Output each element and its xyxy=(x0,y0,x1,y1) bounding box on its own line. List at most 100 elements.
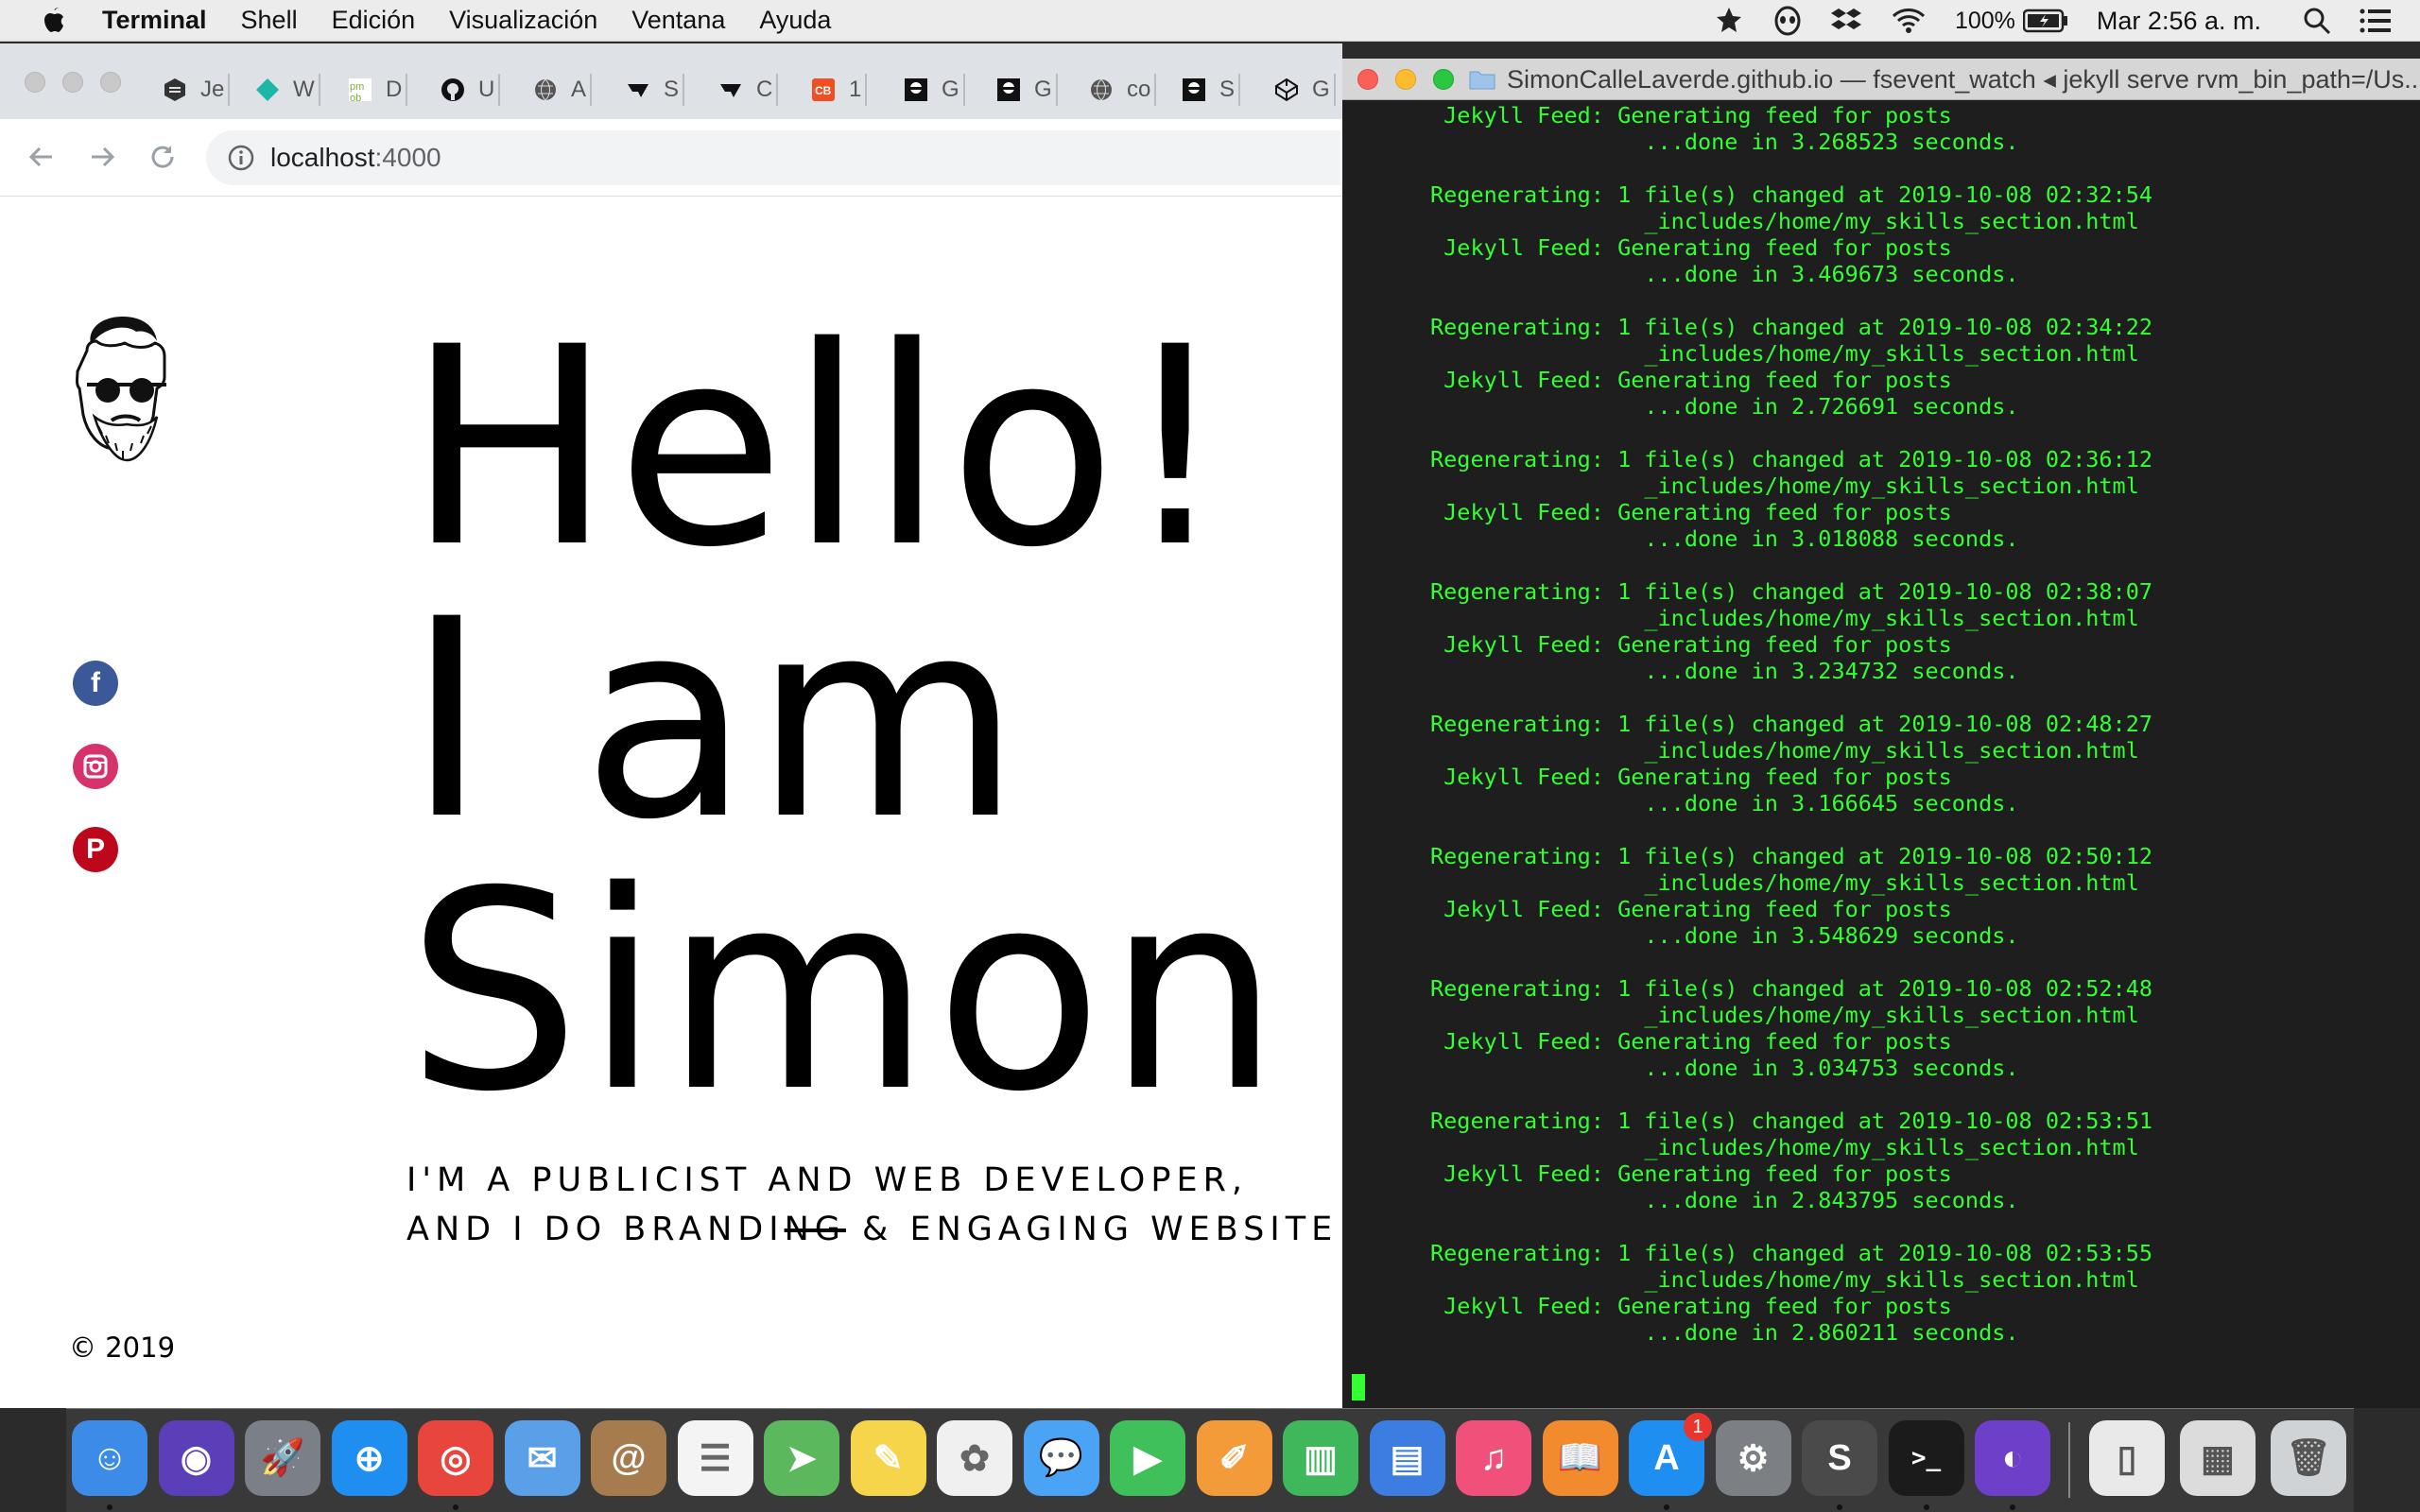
zoom-button[interactable] xyxy=(1433,69,1454,90)
terminal-line: Jekyll Feed: Generating feed for posts xyxy=(1430,896,1952,922)
terminal-line: Jekyll Feed: Generating feed for posts xyxy=(1430,367,1952,393)
chrome-icon[interactable]: ◎ xyxy=(418,1420,493,1496)
terminal-line: _includes/home/my_skills_section.html xyxy=(1430,1134,2139,1160)
pages-icon[interactable]: ✐ xyxy=(1196,1420,1272,1496)
browser-tab[interactable]: C xyxy=(717,66,779,113)
browser-tab[interactable]: pm ob D xyxy=(346,66,408,113)
menu-ayuda[interactable]: Ayuda xyxy=(759,6,831,35)
menu-ventana[interactable]: Ventana xyxy=(631,6,725,35)
maps-icon[interactable]: ➤ xyxy=(764,1420,839,1496)
cb-icon: CB xyxy=(809,76,838,104)
spotlight-search-icon[interactable] xyxy=(2303,7,2331,35)
tab-title: G xyxy=(1034,77,1052,102)
ibooks-icon[interactable]: 📖 xyxy=(1542,1420,1618,1496)
notes-icon[interactable]: ✎ xyxy=(850,1420,926,1496)
mail-icon[interactable]: ✉ xyxy=(504,1420,580,1496)
status-app-icon[interactable] xyxy=(1713,5,1745,37)
browser-tab[interactable]: G xyxy=(994,66,1058,113)
back-button[interactable] xyxy=(23,138,60,176)
info-icon[interactable] xyxy=(227,144,255,172)
forward-button[interactable] xyxy=(83,138,121,176)
browser-tab[interactable]: S xyxy=(624,66,685,113)
url-host: localhost xyxy=(270,143,375,172)
menu-visualizacion[interactable]: Visualización xyxy=(449,6,597,35)
minimize-button-inactive[interactable] xyxy=(62,72,83,93)
github-desktop-icon[interactable]: ◐ xyxy=(1975,1420,2050,1496)
running-indicator xyxy=(1664,1504,1669,1510)
trash-icon[interactable]: 🗑 xyxy=(2271,1420,2346,1496)
dock-item-glyph: ☰ xyxy=(699,1438,732,1479)
itunes-icon[interactable]: ♫ xyxy=(1456,1420,1531,1496)
subtitle-line-2-post: & ENGAGING WEBSITE xyxy=(845,1211,1339,1248)
photos-icon[interactable]: ✿ xyxy=(937,1420,1012,1496)
browser-tab[interactable]: CB 1 xyxy=(809,66,868,113)
dock-item-glyph: 💬 xyxy=(1038,1438,1084,1478)
notification-center-icon[interactable] xyxy=(2360,8,2392,34)
numbers-icon[interactable]: ▥ xyxy=(1283,1420,1358,1496)
minimize-button[interactable] xyxy=(1395,69,1416,90)
terminal-output[interactable]: Jekyll Feed: Generating feed for posts .… xyxy=(1342,100,2420,1408)
browser-tab[interactable]: S xyxy=(1180,66,1241,113)
keynote-icon[interactable]: ▤ xyxy=(1369,1420,1445,1496)
apple-menu-icon[interactable] xyxy=(34,0,76,42)
app-store-icon[interactable]: A1 xyxy=(1629,1413,1712,1496)
browser-tab[interactable]: U xyxy=(439,66,501,113)
dock-item-glyph: 🗑 xyxy=(2285,1438,2332,1478)
finder-icon[interactable]: ☺ xyxy=(72,1420,147,1496)
launchpad-icon[interactable]: 🚀 xyxy=(245,1420,320,1496)
web-page: f P Hello! I am Simon I'M A PUBLICIST AN… xyxy=(0,198,1342,1408)
dock-item-glyph: ▯ xyxy=(2117,1438,2137,1479)
instagram-link[interactable] xyxy=(73,744,118,789)
system-preferences-icon[interactable]: ⚙ xyxy=(1715,1420,1791,1496)
menu-edicion[interactable]: Edición xyxy=(332,6,416,35)
browser-tab[interactable]: Je xyxy=(161,66,231,113)
alien-status-icon[interactable] xyxy=(1773,5,1802,37)
dropbox-icon[interactable] xyxy=(1830,7,1862,35)
clock[interactable]: Mar 2:56 a. m. xyxy=(2097,7,2261,36)
terminal-titlebar[interactable]: SimonCalleLaverde.github.io — fsevent_wa… xyxy=(1342,59,2420,100)
browser-tab[interactable]: A xyxy=(531,66,593,113)
dock-separator xyxy=(2068,1422,2070,1498)
browser-tab[interactable]: G xyxy=(1272,66,1336,113)
mouse-icon[interactable]: ▯ xyxy=(2089,1420,2165,1496)
terminal-line: Regenerating: 1 file(s) changed at 2019-… xyxy=(1430,1108,2153,1134)
menu-app-terminal[interactable]: Terminal xyxy=(102,6,207,35)
browser-tab[interactable]: co xyxy=(1087,66,1157,113)
address-bar[interactable]: localhost:4000 xyxy=(206,130,1340,185)
facebook-link[interactable]: f xyxy=(73,661,118,706)
terminal-icon[interactable]: >_ xyxy=(1888,1420,1964,1496)
github-icon xyxy=(439,76,467,104)
globe-icon xyxy=(531,76,560,104)
reminders-icon[interactable]: ☰ xyxy=(677,1420,753,1496)
tab-separator xyxy=(498,74,501,106)
close-button[interactable] xyxy=(1357,69,1378,90)
sublime-text-icon[interactable]: S xyxy=(1802,1420,1877,1496)
avatar-logo-icon[interactable] xyxy=(74,313,178,478)
browser-tab[interactable]: G xyxy=(902,66,965,113)
browser-tab[interactable]: W xyxy=(253,66,320,113)
wifi-icon[interactable] xyxy=(1891,7,1927,35)
reload-button[interactable] xyxy=(144,138,182,176)
zoom-button-inactive[interactable] xyxy=(100,72,121,93)
terminal-line: _includes/home/my_skills_section.html xyxy=(1430,472,2139,499)
tab-separator xyxy=(590,74,593,106)
avatar-icon xyxy=(1180,76,1208,104)
close-button-inactive[interactable] xyxy=(25,72,45,93)
pinterest-link[interactable]: P xyxy=(73,827,118,872)
contacts-icon[interactable]: @ xyxy=(591,1420,666,1496)
downloads-icon[interactable]: ▦ xyxy=(2180,1420,2256,1496)
safari-icon[interactable]: ⊕ xyxy=(331,1420,407,1496)
dock-item-glyph: A xyxy=(1653,1437,1680,1478)
dock-item-glyph: @ xyxy=(611,1437,647,1478)
reload-icon xyxy=(151,146,174,168)
dock-item-glyph: ✿ xyxy=(959,1438,990,1479)
svg-text:pm: pm xyxy=(350,81,364,93)
dock-item-glyph: ▶ xyxy=(1133,1438,1162,1479)
battery-icon[interactable] xyxy=(2022,9,2068,33)
terminal-line: Jekyll Feed: Generating feed for posts xyxy=(1430,631,1952,658)
facetime-icon[interactable]: ▶ xyxy=(1110,1420,1185,1496)
messages-icon[interactable]: 💬 xyxy=(1023,1420,1099,1496)
siri-icon[interactable]: ◉ xyxy=(158,1420,234,1496)
menu-shell[interactable]: Shell xyxy=(241,6,298,35)
terminal-line: Regenerating: 1 file(s) changed at 2019-… xyxy=(1430,446,2153,472)
